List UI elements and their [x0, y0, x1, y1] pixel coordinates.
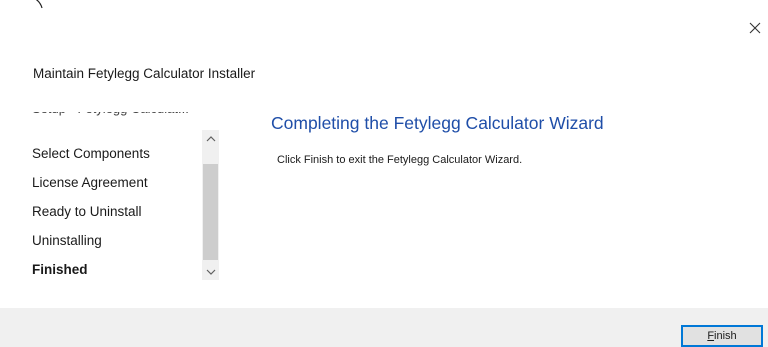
- step-ready-to-uninstall: Ready to Uninstall: [32, 204, 142, 219]
- window-title: Maintain Fetylegg Calculator Installer: [33, 66, 256, 81]
- close-icon: [749, 22, 761, 34]
- wizard-heading: Completing the Fetylegg Calculator Wizar…: [271, 113, 604, 133]
- step-select-components: Select Components: [32, 146, 150, 161]
- step-license-agreement: License Agreement: [32, 175, 148, 190]
- close-button[interactable]: [744, 17, 766, 39]
- footer-bar: Finish: [0, 308, 768, 347]
- finish-accelerator: F: [707, 330, 715, 342]
- top-edge-fragment: [28, 0, 48, 10]
- scroll-thumb[interactable]: [203, 164, 218, 260]
- wizard-steps-list: Setup - Fetylegg Calculat... Select Comp…: [28, 110, 222, 284]
- finish-label: inish: [714, 330, 737, 342]
- step-setup: Setup - Fetylegg Calculat...: [32, 112, 189, 123]
- scroll-down-button[interactable]: [202, 263, 219, 280]
- scroll-up-button[interactable]: [202, 130, 219, 147]
- step-finished: Finished: [32, 262, 88, 277]
- step-uninstalling: Uninstalling: [32, 233, 102, 248]
- chevron-down-icon: [206, 269, 215, 275]
- steps-scrollbar[interactable]: [202, 130, 219, 280]
- chevron-up-icon: [206, 135, 215, 141]
- finish-button[interactable]: Finish: [681, 325, 763, 347]
- wizard-message: Click Finish to exit the Fetylegg Calcul…: [277, 154, 523, 166]
